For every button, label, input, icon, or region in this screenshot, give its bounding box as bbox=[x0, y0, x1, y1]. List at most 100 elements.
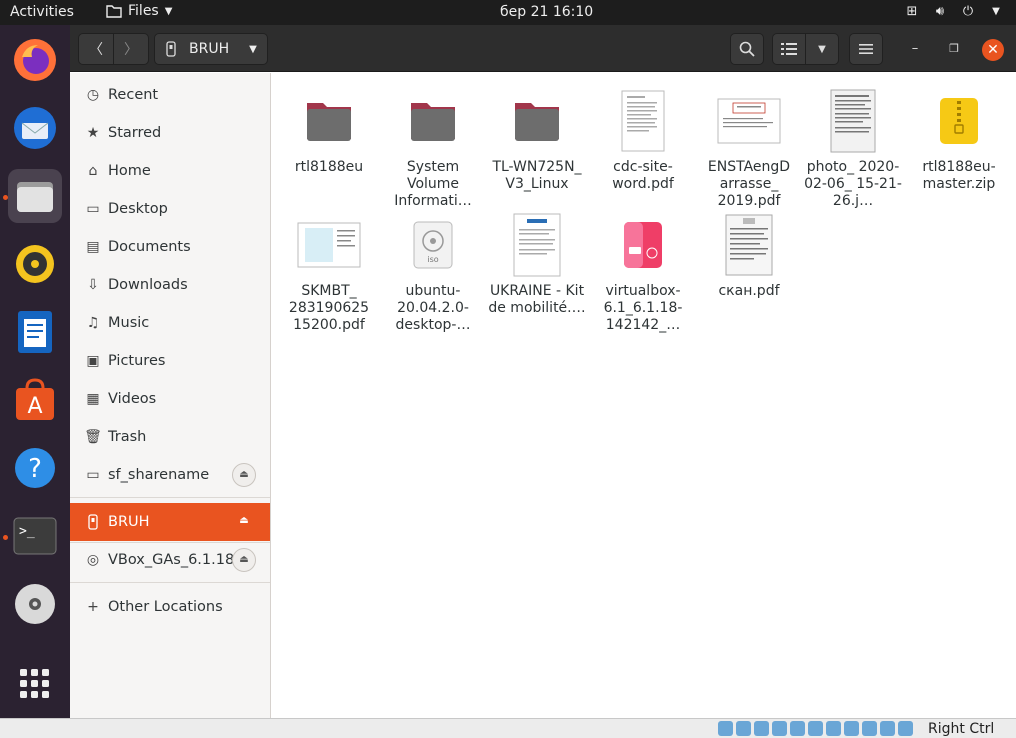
usb-icon[interactable] bbox=[790, 721, 805, 736]
sidebar-item-music[interactable]: ♫ Music bbox=[70, 304, 270, 342]
close-button[interactable]: ✕ bbox=[982, 39, 1004, 61]
photo-thumbnail-icon bbox=[830, 89, 876, 153]
file-item[interactable]: System Volume Informati… bbox=[380, 89, 486, 210]
sidebar-item-label: Documents bbox=[108, 239, 191, 255]
shared-folders-icon[interactable] bbox=[808, 721, 823, 736]
deb-package-icon bbox=[624, 222, 662, 268]
recording-icon[interactable] bbox=[844, 721, 859, 736]
software-icon: A bbox=[16, 378, 54, 420]
file-name: SKMBT_ 283190625 15200.pdf bbox=[288, 283, 370, 333]
sidebar-item-recent[interactable]: ◷ Recent bbox=[70, 76, 270, 114]
sidebar-item-downloads[interactable]: ⇩ Downloads bbox=[70, 266, 270, 304]
dock-terminal[interactable]: >_ bbox=[8, 509, 62, 563]
star-icon: ★ bbox=[86, 125, 100, 141]
file-item[interactable]: скан.pdf bbox=[696, 213, 802, 300]
mouse-integration-icon[interactable] bbox=[880, 721, 895, 736]
chevron-down-icon: ▼ bbox=[818, 43, 826, 55]
optical-drive-icon[interactable] bbox=[736, 721, 751, 736]
chevron-down-icon: ▼ bbox=[992, 6, 1000, 17]
file-item[interactable]: SKMBT_ 283190625 15200.pdf bbox=[276, 213, 382, 334]
sidebar-item-other-locations[interactable]: + Other Locations bbox=[70, 588, 270, 626]
dock-software[interactable]: A bbox=[8, 373, 62, 427]
svg-text:A: A bbox=[27, 394, 42, 419]
sidebar-item-desktop[interactable]: ▭ Desktop bbox=[70, 190, 270, 228]
sidebar-item-videos[interactable]: ▦ Videos bbox=[70, 380, 270, 418]
file-item[interactable]: photo_ 2020-02-06_ 15-21-26.j… bbox=[800, 89, 906, 210]
keyboard-icon[interactable] bbox=[898, 721, 913, 736]
file-item[interactable]: rtl8188eu bbox=[276, 89, 382, 176]
view-options-button[interactable]: ▼ bbox=[805, 33, 839, 65]
network-adapter-icon[interactable] bbox=[772, 721, 787, 736]
network-icon: ⊞ bbox=[906, 4, 918, 19]
folder-icon bbox=[515, 103, 559, 141]
cpu-icon[interactable] bbox=[862, 721, 877, 736]
forward-button[interactable]: 〉 bbox=[113, 33, 149, 65]
dock-files[interactable] bbox=[8, 169, 62, 223]
file-name: cdc-site-word.pdf bbox=[612, 159, 674, 192]
search-button[interactable] bbox=[730, 33, 764, 65]
sidebar-item-label: Downloads bbox=[108, 277, 188, 293]
file-item[interactable]: cdc-site-word.pdf bbox=[590, 89, 696, 193]
file-item[interactable]: virtualbox-6.1_6.1.18-142142_… bbox=[590, 213, 696, 334]
menu-button[interactable] bbox=[849, 33, 883, 65]
help-icon: ? bbox=[15, 448, 55, 488]
back-button[interactable]: 〈 bbox=[78, 33, 114, 65]
host-key-label: Right Ctrl bbox=[928, 721, 995, 737]
file-name: photo_ 2020-02-06_ 15-21-26.j… bbox=[804, 159, 902, 209]
home-icon: ⌂ bbox=[88, 163, 98, 179]
eject-button[interactable]: ⏏ bbox=[232, 463, 256, 487]
pictures-icon: ▣ bbox=[86, 353, 100, 369]
dock-rhythmbox[interactable] bbox=[8, 237, 62, 291]
dock-thunderbird[interactable] bbox=[8, 101, 62, 155]
eject-button[interactable]: ⏏ bbox=[232, 548, 256, 572]
minimize-button[interactable]: – bbox=[905, 39, 925, 59]
sidebar-item-vbox-gas[interactable]: ◎ VBox_GAs_6.1.18 ⏏ bbox=[70, 541, 270, 579]
sidebar-item-sf-sharename[interactable]: ▭ sf_sharename ⏏ bbox=[70, 456, 270, 494]
file-name: скан.pdf bbox=[718, 283, 780, 299]
dock-firefox[interactable] bbox=[8, 33, 62, 87]
audio-icon[interactable] bbox=[754, 721, 769, 736]
sidebar-separator bbox=[70, 497, 270, 498]
file-name: rtl8188eu bbox=[294, 159, 364, 175]
file-name: rtl8188eu-master.zip bbox=[922, 159, 996, 192]
trash-icon: 🗑︎ bbox=[84, 429, 102, 445]
display-icon[interactable] bbox=[826, 721, 841, 736]
folder-icon bbox=[106, 5, 122, 18]
file-item[interactable]: UKRAINE - Kit de mobilité.… bbox=[484, 213, 590, 317]
sidebar-item-home[interactable]: ⌂ Home bbox=[70, 152, 270, 190]
file-item[interactable]: ENSTAengD arrasse_ 2019.pdf bbox=[696, 89, 802, 210]
sidebar: ◷ Recent ★ Starred ⌂ Home ▭ Desktop ▤ Do… bbox=[70, 73, 271, 718]
scan-thumbnail-icon bbox=[297, 222, 361, 268]
dvd-icon bbox=[15, 584, 55, 624]
file-item[interactable]: rtl8188eu-master.zip bbox=[906, 89, 1012, 193]
file-item[interactable]: TL-WN725N_ V3_Linux bbox=[484, 89, 590, 193]
file-name: ENSTAengD arrasse_ 2019.pdf bbox=[707, 159, 791, 209]
clock-icon: ◷ bbox=[86, 87, 100, 103]
file-item[interactable]: iso ubuntu-20.04.2.0-desktop-… bbox=[380, 213, 486, 334]
dock-dvd[interactable] bbox=[8, 577, 62, 631]
path-bar-button[interactable]: BRUH ▼ bbox=[154, 33, 268, 65]
search-icon bbox=[739, 41, 755, 57]
clock[interactable]: бер 21 16:10 bbox=[500, 4, 593, 20]
app-menu[interactable]: Files ▼ bbox=[106, 3, 172, 19]
system-tray[interactable]: ⊞ 🔊︎ ⏻ ▼ bbox=[904, 4, 1004, 20]
sidebar-item-label: Videos bbox=[108, 391, 157, 407]
eject-button[interactable]: ⏏ bbox=[232, 510, 256, 534]
sidebar-item-trash[interactable]: 🗑︎ Trash bbox=[70, 418, 270, 456]
sidebar-item-pictures[interactable]: ▣ Pictures bbox=[70, 342, 270, 380]
sidebar-item-starred[interactable]: ★ Starred bbox=[70, 114, 270, 152]
dock-help[interactable]: ? bbox=[8, 441, 62, 495]
power-icon: ⏻ bbox=[962, 4, 974, 19]
sidebar-item-documents[interactable]: ▤ Documents bbox=[70, 228, 270, 266]
activities-button[interactable]: Activities bbox=[10, 4, 74, 20]
maximize-icon: ❐ bbox=[949, 42, 959, 55]
sidebar-item-label: Home bbox=[108, 163, 151, 179]
view-list-button[interactable] bbox=[772, 33, 806, 65]
top-bar: Activities Files ▼ бер 21 16:10 ⊞ 🔊︎ ⏻ ▼ bbox=[0, 0, 1016, 25]
hard-disk-icon[interactable] bbox=[718, 721, 733, 736]
sidebar-item-bruh[interactable]: BRUH ⏏ bbox=[70, 503, 270, 541]
maximize-button[interactable]: ❐ bbox=[944, 39, 964, 59]
dock-show-apps[interactable] bbox=[8, 657, 62, 711]
folder-icon bbox=[411, 103, 455, 141]
dock-writer[interactable] bbox=[8, 305, 62, 359]
